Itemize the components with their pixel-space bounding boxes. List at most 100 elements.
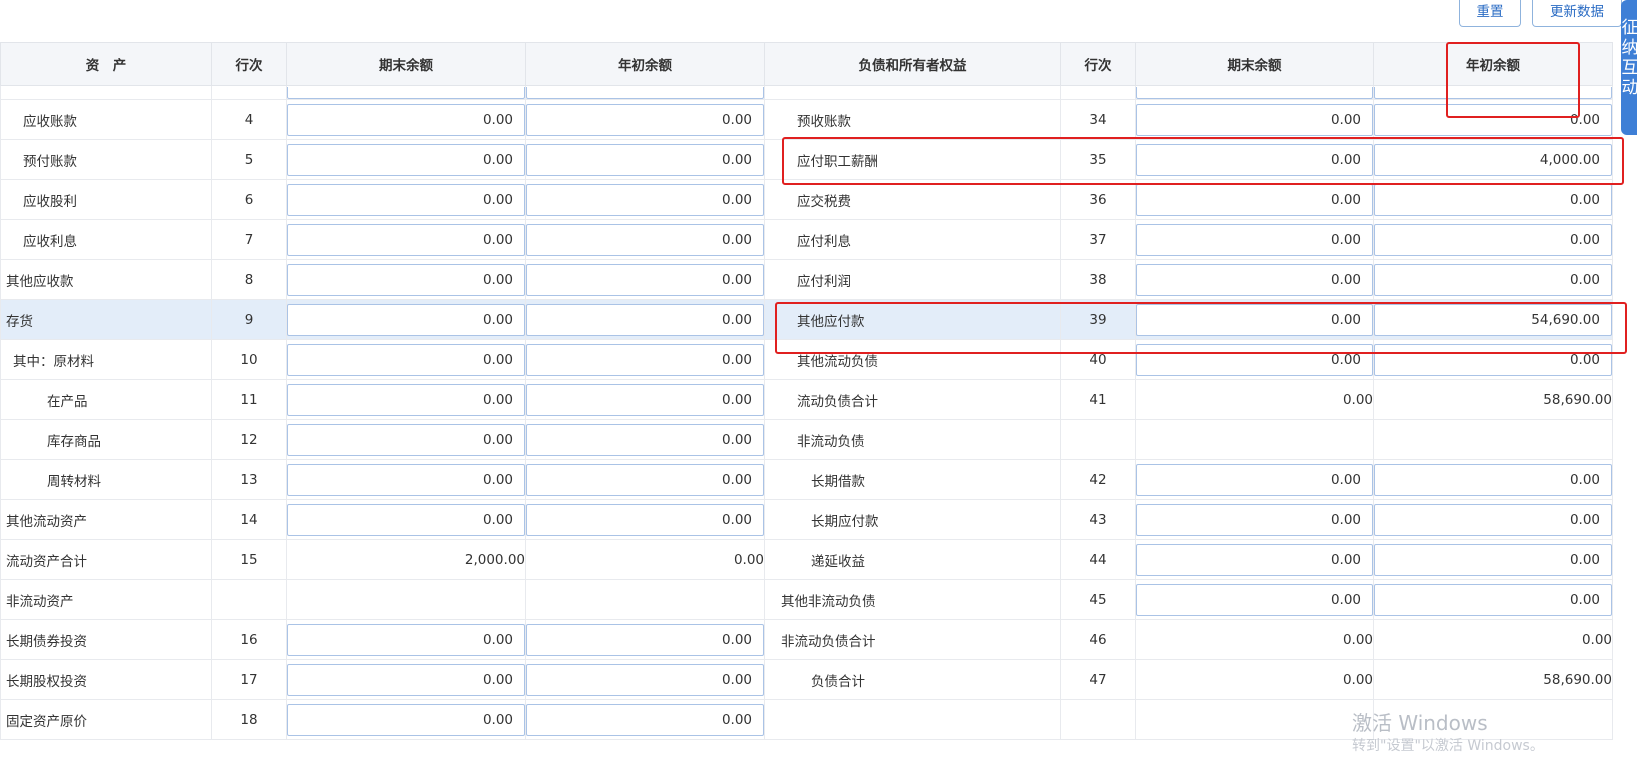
amount-input[interactable]: 0.00 xyxy=(287,183,525,216)
liability-label: 其他应付款 xyxy=(797,313,865,330)
line-number: 46 xyxy=(1089,631,1107,648)
line-number: 8 xyxy=(244,271,254,288)
amount-input[interactable]: 0.00 xyxy=(1374,463,1612,496)
amount-input[interactable]: 0.00 xyxy=(1136,183,1373,216)
computed-amount: 58,690.00 xyxy=(1543,391,1612,408)
reset-button[interactable]: 重置 xyxy=(1459,0,1521,27)
amount-input[interactable]: 0.00 xyxy=(526,303,764,336)
liability-label: 流动负债合计 xyxy=(797,393,878,410)
amount-input[interactable]: 0.00 xyxy=(1136,503,1373,536)
table-row: 存货 9 0.00 0.00 其他应付款 39 0.00 54,690.00 xyxy=(0,299,1613,340)
amount-input[interactable]: 0.00 xyxy=(1136,263,1373,296)
header-line-right: 行次 xyxy=(1060,42,1136,86)
windows-activation-hint: 转到"设置"以激活 Windows。 xyxy=(1352,738,1544,754)
amount-input[interactable]: 0.00 xyxy=(287,143,525,176)
amount-input[interactable]: 0.00 xyxy=(1136,103,1373,136)
table-row-partial xyxy=(0,85,1613,100)
amount-input[interactable]: 0.00 xyxy=(1136,583,1373,616)
amount-input-stub[interactable] xyxy=(1136,86,1373,99)
computed-amount: 0.00 xyxy=(1342,631,1373,648)
amount-input[interactable]: 0.00 xyxy=(526,103,764,136)
amount-input[interactable]: 0.00 xyxy=(526,383,764,416)
line-number: 38 xyxy=(1089,271,1107,288)
amount-input[interactable]: 0.00 xyxy=(1136,463,1373,496)
amount-input[interactable]: 0.00 xyxy=(287,663,525,696)
line-number: 4 xyxy=(244,111,254,128)
line-number: 18 xyxy=(240,711,258,728)
asset-label: 流动资产合计 xyxy=(6,553,87,570)
line-number: 40 xyxy=(1089,351,1107,368)
amount-input[interactable]: 0.00 xyxy=(287,623,525,656)
amount-input[interactable]: 0.00 xyxy=(287,703,525,736)
amount-input[interactable]: 0.00 xyxy=(526,183,764,216)
amount-input[interactable]: 0.00 xyxy=(287,223,525,256)
computed-amount: 58,690.00 xyxy=(1543,671,1612,688)
amount-input[interactable]: 0.00 xyxy=(526,503,764,536)
amount-input[interactable]: 0.00 xyxy=(1136,343,1373,376)
windows-activation-watermark: 激活 Windows xyxy=(1352,711,1488,735)
amount-input[interactable]: 0.00 xyxy=(526,343,764,376)
asset-label: 长期股权投资 xyxy=(6,673,87,690)
asset-label: 预付账款 xyxy=(23,153,77,170)
amount-input[interactable]: 0.00 xyxy=(1136,543,1373,576)
amount-input[interactable]: 0.00 xyxy=(287,343,525,376)
amount-input[interactable]: 0.00 xyxy=(287,383,525,416)
amount-input[interactable]: 0.00 xyxy=(287,263,525,296)
amount-input[interactable]: 0.00 xyxy=(1136,223,1373,256)
amount-input[interactable]: 0.00 xyxy=(1374,543,1612,576)
amount-input[interactable]: 0.00 xyxy=(526,143,764,176)
liability-label: 非流动负债 xyxy=(797,433,865,450)
line-number: 13 xyxy=(240,471,258,488)
computed-amount: 0.00 xyxy=(1581,631,1612,648)
liability-label: 其他非流动负债 xyxy=(781,593,876,610)
line-number: 44 xyxy=(1089,551,1107,568)
amount-input[interactable]: 0.00 xyxy=(526,463,764,496)
amount-input[interactable]: 0.00 xyxy=(1374,223,1612,256)
line-number: 15 xyxy=(240,551,258,568)
line-number: 16 xyxy=(240,631,258,648)
amount-input[interactable]: 0.00 xyxy=(526,623,764,656)
amount-input[interactable]: 0.00 xyxy=(526,263,764,296)
amount-input-stub[interactable] xyxy=(1374,86,1612,99)
balance-sheet-table: 资 产 行次 期末余额 年初余额 负债和所有者权益 行次 期末余额 年初余额 应… xyxy=(0,42,1613,740)
asset-label: 应收账款 xyxy=(23,113,77,130)
table-row: 周转材料 13 0.00 0.00 长期借款 42 0.00 0.00 xyxy=(0,459,1613,500)
amount-input-stub[interactable] xyxy=(526,86,764,99)
table-row: 非流动资产 其他非流动负债 45 0.00 0.00 xyxy=(0,579,1613,620)
amount-input[interactable]: 0.00 xyxy=(1374,103,1612,136)
amount-input[interactable]: 0.00 xyxy=(1374,343,1612,376)
table-row: 在产品 11 0.00 0.00 流动负债合计 41 0.00 58,690.00 xyxy=(0,379,1613,420)
amount-input-stub[interactable] xyxy=(287,86,525,99)
amount-input[interactable]: 4,000.00 xyxy=(1374,143,1612,176)
amount-input[interactable]: 0.00 xyxy=(287,423,525,456)
line-number: 5 xyxy=(244,151,254,168)
amount-input[interactable]: 54,690.00 xyxy=(1374,303,1612,336)
amount-input[interactable]: 0.00 xyxy=(1136,143,1373,176)
amount-input[interactable]: 0.00 xyxy=(1374,503,1612,536)
amount-input[interactable]: 0.00 xyxy=(526,423,764,456)
amount-input[interactable]: 0.00 xyxy=(1374,583,1612,616)
liability-label: 负债合计 xyxy=(811,673,865,690)
amount-input[interactable]: 0.00 xyxy=(1374,183,1612,216)
amount-input[interactable]: 0.00 xyxy=(526,663,764,696)
liability-label: 递延收益 xyxy=(811,553,865,570)
amount-input[interactable]: 0.00 xyxy=(1136,303,1373,336)
amount-input[interactable]: 0.00 xyxy=(287,503,525,536)
amount-input[interactable]: 0.00 xyxy=(526,703,764,736)
asset-label: 存货 xyxy=(6,313,33,330)
line-number: 35 xyxy=(1089,151,1107,168)
side-help-tab[interactable]: 征纳互动 xyxy=(1621,0,1637,135)
amount-input[interactable]: 0.00 xyxy=(287,463,525,496)
liability-label: 预收账款 xyxy=(797,113,851,130)
asset-label: 其他流动资产 xyxy=(6,513,87,530)
update-data-button[interactable]: 更新数据 xyxy=(1532,0,1622,27)
header-begin-balance-left: 年初余额 xyxy=(525,42,765,86)
liability-label: 其他流动负债 xyxy=(797,353,878,370)
amount-input[interactable]: 0.00 xyxy=(526,223,764,256)
computed-amount: 0.00 xyxy=(1342,391,1373,408)
amount-input[interactable]: 0.00 xyxy=(287,103,525,136)
asset-label: 应收利息 xyxy=(23,233,77,250)
amount-input[interactable]: 0.00 xyxy=(1374,263,1612,296)
amount-input[interactable]: 0.00 xyxy=(287,303,525,336)
line-number: 7 xyxy=(244,231,254,248)
